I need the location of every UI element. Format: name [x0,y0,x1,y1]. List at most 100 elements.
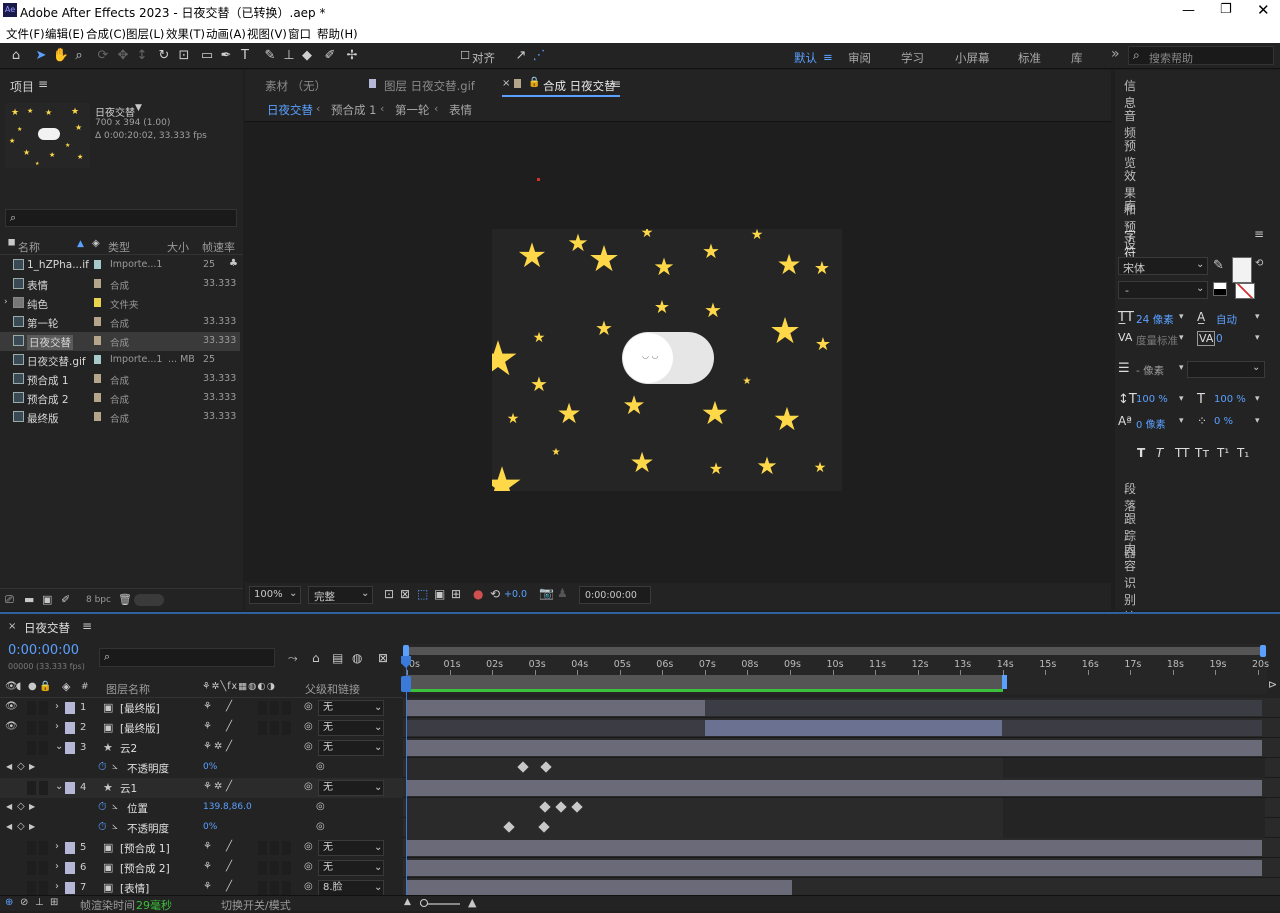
timeline-menu-icon[interactable]: ≡ [82,619,92,633]
font-style-dropdown[interactable]: - ⌄ [1118,281,1208,299]
roto-brush-icon[interactable]: ✐ [321,47,339,65]
timeline-property-row[interactable]: ◀ ◇ ▶ ⏱ ⦣ 不透明度 0% ◎ [0,818,1280,838]
chevron-down-icon[interactable]: ▾ [1255,416,1260,426]
kerning-value[interactable]: 度量标准 [1136,333,1178,348]
layer-label-color[interactable] [65,742,75,754]
quality-switch-icon[interactable]: ╱ [226,721,232,732]
col-name[interactable]: 名称 [18,239,40,255]
layer-duration-bar[interactable] [407,720,705,736]
chevron-down-icon[interactable]: ▾ [1179,333,1184,343]
layer-duration-bar[interactable] [705,700,1262,716]
vertical-scale-value[interactable]: 100 % [1136,394,1168,405]
composition-canvas[interactable]: ★ ★ ★ ★ ★ ★ ★ ★ ★ ★ ★ ★ ★ ★ ★ ★ ★ ★ ★ ★ [492,229,842,491]
add-keyframe-icon[interactable]: ◇ [17,801,25,812]
pan-camera-icon[interactable]: ✥ [114,47,132,65]
layer-name[interactable]: [最终版] [120,701,160,716]
layer-label-color[interactable] [65,702,75,714]
quality-switch-icon[interactable]: ╱ [226,841,232,852]
solo-box[interactable] [27,881,36,895]
project-zoom-slider[interactable] [134,594,164,606]
stopwatch-icon[interactable]: ⏱ [98,820,107,834]
new-comp-icon[interactable]: ▣ [42,593,52,606]
render-time-toggle-icon[interactable]: ⊕ [5,897,13,908]
parent-dropdown[interactable]: 无 ⌄ [318,780,384,796]
lock-box[interactable] [39,781,48,795]
shy-switch-icon[interactable]: ⚘ [203,741,212,752]
shy-switch-icon[interactable]: ⚘ [203,861,212,872]
expression-icon[interactable]: ◎ [316,801,325,812]
project-item[interactable]: 日夜交替 合成 33.333 [0,332,240,351]
delete-icon[interactable]: 🗑 [118,593,132,606]
fill-color-swatch[interactable] [1232,257,1252,283]
project-item[interactable]: 预合成 1 合成 33.333 [0,370,240,389]
layer-name[interactable]: [预合成 1] [120,841,170,856]
zoom-dropdown[interactable]: 100% ⌄ [249,586,301,604]
pick-whip-icon[interactable]: ◎ [304,741,313,752]
prev-keyframe-icon[interactable]: ◀ [6,802,12,811]
quality-switch-icon[interactable]: ╱ [226,741,232,752]
chevron-down-icon[interactable]: ▾ [1179,312,1184,322]
frame-blending-icon[interactable]: ▤ [332,651,343,665]
timeline-layer-row[interactable]: ⌄ 4 ★ 云1 ⚘ ✲ ╱ ◎ 无 ⌄ [0,778,1280,798]
project-item[interactable]: 表情 合成 33.333 [0,275,240,294]
timeline-close-icon[interactable]: × [8,621,16,632]
expand-arrow-icon[interactable]: ⌄ [55,741,63,752]
color-channels-icon[interactable]: ● [473,587,483,601]
add-keyframe-icon[interactable]: ◇ [17,761,25,772]
layer-duration-bar[interactable] [407,700,705,716]
new-folder-icon[interactable]: ▬ [24,593,34,606]
layer-duration-bar[interactable] [407,840,1262,856]
solo-box[interactable] [27,741,36,755]
expand-arrow-icon[interactable]: › [55,701,59,712]
parent-dropdown[interactable]: 8.脸 ⌄ [318,880,384,896]
zoom-tool-icon[interactable]: ⌕ [70,47,88,65]
label-color[interactable] [94,355,101,364]
solo-box[interactable] [27,841,36,855]
collapse-switch-icon[interactable]: ✲ [214,781,222,792]
breadcrumb-item-3[interactable]: 表情 [449,102,472,118]
guides-icon[interactable]: ▣ [434,587,445,601]
dolly-camera-icon[interactable]: ↕ [133,47,151,65]
layer-duration-bar[interactable] [407,780,1262,796]
current-time-indicator[interactable] [406,656,407,896]
chevron-down-icon[interactable]: ▾ [1179,363,1184,373]
workspace-menu-icon[interactable]: ≡ [823,50,833,64]
in-out-toggle-icon[interactable]: ⊥ [35,897,44,908]
work-area-end-handle[interactable] [1260,645,1266,657]
graph-editor-icon[interactable]: ⊠ [378,651,388,665]
shy-switch-icon[interactable]: ⚘ [203,721,212,732]
puppet-pin-icon[interactable]: ✢ [343,47,361,65]
expand-arrow-icon[interactable]: › [4,297,8,307]
chevron-down-icon[interactable]: ▾ [1255,333,1260,343]
label-color[interactable] [94,393,101,402]
tab-layer[interactable]: 图层 日夜交替.gif [384,78,475,94]
layer-name-column[interactable]: 图层名称 [106,681,150,697]
label-color[interactable] [94,279,101,288]
zoom-in-icon[interactable]: ▲ [468,896,476,909]
menu-view[interactable]: 视图(V) [247,26,287,42]
graph-icon[interactable]: ⦣ [112,821,118,832]
property-value[interactable]: 139.8,86.0 [203,802,252,812]
snap-icon[interactable]: ↗ [512,47,530,65]
comp-flowchart-icon[interactable]: ⤳ [288,651,298,666]
project-item[interactable]: 1_hZPha...if Importe...1 25 ♣ [0,256,240,275]
shy-switch-icon[interactable]: ⚘ [203,781,212,792]
expand-arrow-icon[interactable]: › [55,881,59,892]
layer-duration-bar[interactable] [705,720,1002,736]
quality-switch-icon[interactable]: ╱ [226,881,232,892]
panel-info[interactable]: 信息 [1124,77,1136,111]
col-fps[interactable]: 帧速率 [202,239,235,255]
grid-options-icon[interactable]: ⊞ [451,587,461,601]
menu-composition[interactable]: 合成(C) [86,26,126,42]
clone-stamp-icon[interactable]: ⊥ [280,47,298,65]
tab-footage[interactable]: 素材 （无） [265,78,326,94]
minimize-icon[interactable]: — [1182,3,1195,18]
label-color[interactable] [94,374,101,383]
reset-exposure-icon[interactable]: ⟲ [490,587,500,601]
workspace-default[interactable]: 默认 [794,50,817,66]
switch-box[interactable] [270,721,279,735]
breadcrumb-item-1[interactable]: 预合成 1 [331,102,376,118]
layer-label-color[interactable] [65,882,75,894]
lock-box[interactable] [39,721,48,735]
rotate-tool-icon[interactable]: ↻ [155,47,173,65]
